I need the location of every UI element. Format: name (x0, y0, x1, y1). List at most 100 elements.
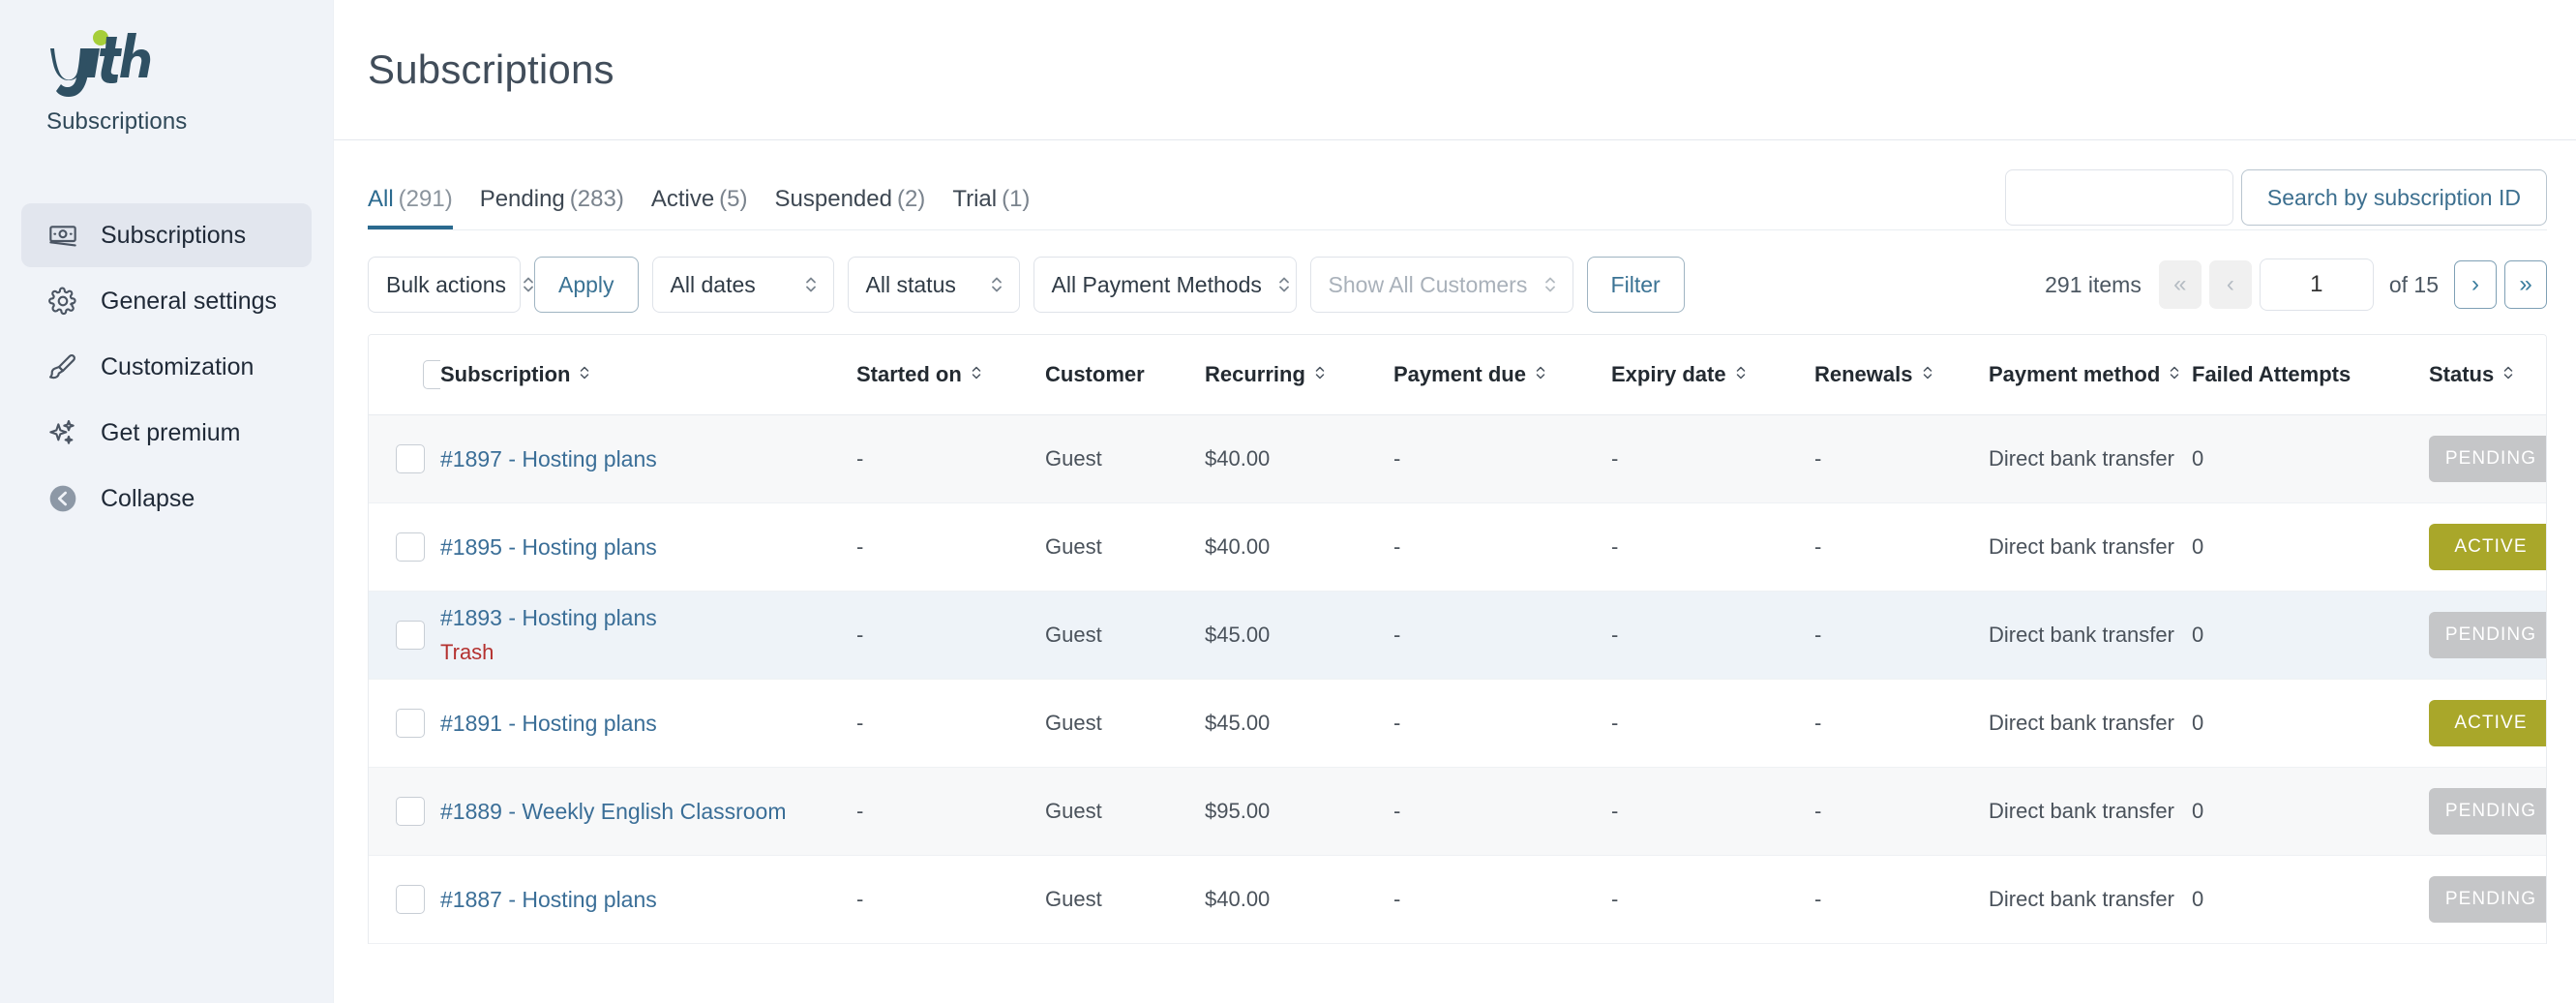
cell-value: 0 (2192, 623, 2204, 647)
sidebar-item-label: Collapse (101, 484, 195, 512)
row-select-cell (369, 502, 440, 592)
row-checkbox[interactable] (396, 532, 425, 562)
status-badge[interactable]: PENDING (2429, 436, 2546, 482)
table-head: Subscription Started on Customer Recurri… (369, 335, 2546, 415)
renewals-cell: - (1814, 679, 1989, 768)
column-label: Payment due (1393, 362, 1526, 386)
subscription-link[interactable]: #1891 - Hosting plans (440, 710, 856, 738)
column-label: Renewals (1814, 362, 1913, 386)
status-badge[interactable]: ACTIVE (2429, 700, 2546, 746)
expiry-date-cell: - (1611, 414, 1814, 503)
sidebar-item-collapse[interactable]: Collapse (21, 467, 312, 531)
recurring-cell: $40.00 (1205, 414, 1393, 503)
tab-count: (2) (896, 186, 926, 212)
sidebar-item-subscriptions[interactable]: Subscriptions (21, 203, 312, 267)
column-header-status[interactable]: Status (2429, 335, 2546, 415)
sort-icon (1535, 362, 1546, 387)
expiry-date-cell: - (1611, 591, 1814, 680)
table-row[interactable]: #1887 - Hosting plans - Guest $40.00- - - Dire… (369, 855, 2546, 944)
cell-value: Direct bank transfer (1989, 623, 2174, 647)
column-header-started-on[interactable]: Started on (856, 335, 1045, 415)
status-cell: PENDING (2429, 591, 2546, 680)
trash-link[interactable]: Trash (440, 639, 856, 666)
current-page-input[interactable] (2259, 258, 2374, 311)
cell-value: Direct bank transfer (1989, 711, 2174, 735)
cell-value: - (856, 799, 864, 823)
renewals-cell: - (1814, 414, 1989, 503)
sidebar-item-general-settings[interactable]: General settings (21, 269, 312, 333)
table-row[interactable]: #1893 - Hosting plans Trash - Guest $45.00- -… (369, 591, 2546, 680)
sidebar-item-get-premium[interactable]: Get premium (21, 401, 312, 465)
page-title: Subscriptions (368, 46, 614, 92)
last-page-button[interactable]: » (2504, 260, 2547, 309)
column-header-payment-method[interactable]: Payment method (1989, 335, 2192, 415)
cell-value: Guest (1045, 446, 1102, 471)
column-label: Status (2429, 362, 2495, 386)
tab-trial[interactable]: Trial (1) (952, 186, 1030, 229)
gear-icon (46, 285, 79, 318)
cell-value: - (856, 711, 864, 735)
subscription-link[interactable]: #1897 - Hosting plans (440, 445, 856, 473)
table-row[interactable]: #1897 - Hosting plans - Guest $40.00- - - Dire… (369, 414, 2546, 503)
started-on-cell: - (856, 679, 1045, 768)
page-content: Search by subscription ID All (291) Pendi… (334, 140, 2576, 944)
payment-due-cell: - (1393, 855, 1611, 944)
status-badge[interactable]: PENDING (2429, 788, 2546, 835)
table-row[interactable]: #1895 - Hosting plans - Guest $40.00- - - Dire… (369, 502, 2546, 592)
money-note-icon (46, 219, 79, 252)
tab-active[interactable]: Active (5) (651, 186, 748, 229)
next-page-button[interactable]: › (2454, 260, 2497, 309)
brand-subtitle: Subscriptions (46, 108, 188, 135)
table-row[interactable]: #1889 - Weekly English Classroom - Guest $9… (369, 767, 2546, 856)
row-checkbox[interactable] (396, 885, 425, 914)
cell-value: $40.00 (1205, 446, 1271, 471)
sidebar-item-customization[interactable]: Customization (21, 335, 312, 399)
sort-icon (2502, 362, 2514, 387)
sidebar-item-label: Customization (101, 352, 255, 380)
bulk-actions-select[interactable]: Bulk actions (368, 257, 533, 313)
cell-value: Guest (1045, 799, 1102, 823)
column-header-subscription[interactable]: Subscription (440, 335, 856, 415)
status-badge[interactable]: ACTIVE (2429, 524, 2546, 570)
dates-filter-select[interactable]: All dates (651, 257, 834, 313)
cell-value: - (1393, 623, 1401, 647)
column-header-expiry-date[interactable]: Expiry date (1611, 335, 1814, 415)
status-badge[interactable]: PENDING (2429, 876, 2546, 923)
subscription-link[interactable]: #1895 - Hosting plans (440, 533, 856, 562)
failed-attempts-cell: 0 (2192, 591, 2429, 680)
dates-filter-value: All dates (670, 271, 756, 297)
first-page-button: « (2158, 260, 2202, 309)
tab-suspended[interactable]: Suspended (2) (775, 186, 926, 229)
tab-all[interactable]: All (291) (368, 186, 453, 229)
customer-filter-select[interactable]: Show All Customers (1309, 257, 1573, 313)
row-checkbox[interactable] (396, 709, 425, 738)
expiry-date-cell: - (1611, 679, 1814, 768)
subscription-link[interactable]: #1889 - Weekly English Classroom (440, 798, 856, 826)
tab-pending[interactable]: Pending (283) (480, 186, 624, 229)
status-filter-value: All status (865, 271, 956, 297)
status-badge[interactable]: PENDING (2429, 612, 2546, 658)
subscription-link[interactable]: #1887 - Hosting plans (440, 886, 856, 914)
column-header-payment-due[interactable]: Payment due (1393, 335, 1611, 415)
column-header-recurring[interactable]: Recurring (1205, 335, 1393, 415)
row-checkbox[interactable] (396, 621, 425, 650)
cell-value: - (1393, 711, 1401, 735)
yith-logo (46, 29, 163, 101)
tab-label: Active (650, 186, 715, 212)
cell-value: $40.00 (1205, 887, 1271, 911)
column-header-renewals[interactable]: Renewals (1814, 335, 1989, 415)
subscription-link[interactable]: #1893 - Hosting plans (440, 604, 856, 632)
table-row[interactable]: #1891 - Hosting plans - Guest $45.00- - - Dire… (369, 679, 2546, 768)
row-checkbox[interactable] (396, 797, 425, 826)
sort-icon (579, 362, 590, 387)
cell-value: $40.00 (1205, 534, 1271, 559)
column-label: Subscription (440, 362, 571, 386)
row-select-cell (369, 414, 440, 503)
filter-button[interactable]: Filter (1586, 257, 1685, 313)
row-select-cell (369, 679, 440, 768)
status-filter-select[interactable]: All status (847, 257, 1020, 313)
apply-button[interactable]: Apply (534, 257, 639, 313)
column-label: Expiry date (1611, 362, 1726, 386)
payment-method-filter-select[interactable]: All Payment Methods (1033, 257, 1297, 313)
row-checkbox[interactable] (396, 444, 425, 473)
